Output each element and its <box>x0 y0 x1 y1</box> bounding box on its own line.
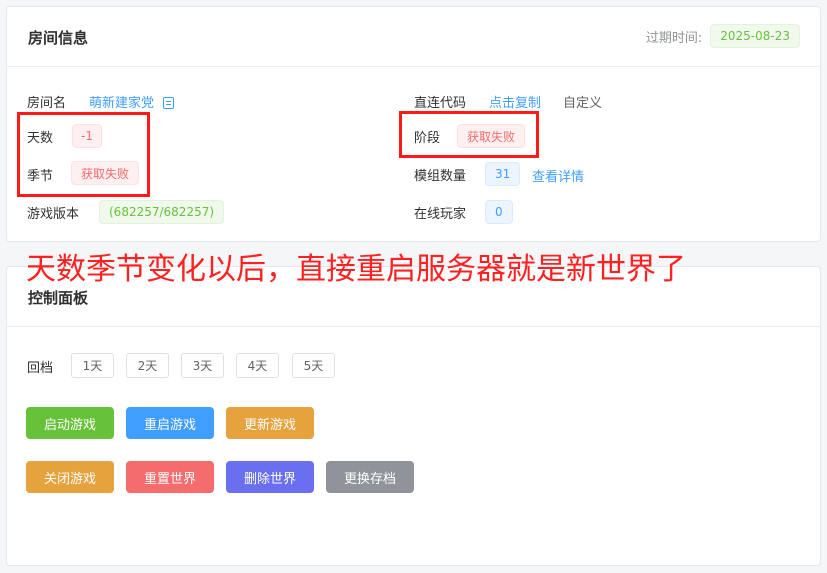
switch-save-button[interactable]: 更换存档 <box>326 461 414 493</box>
mod-count-label: 模组数量 <box>414 169 467 184</box>
room-info-header: 房间信息 过期时间: 2025-08-23 <box>7 7 820 67</box>
room-info-title: 房间信息 <box>28 29 89 47</box>
custom-direct-code-link[interactable]: 自定义 <box>563 92 602 111</box>
stop-game-button[interactable]: 关闭游戏 <box>26 461 114 493</box>
mod-details-link[interactable]: 查看详情 <box>532 166 584 185</box>
direct-code-label: 直连代码 <box>414 96 467 111</box>
highlight-box-days-season <box>17 112 150 197</box>
rollback-label: 回档 <box>27 361 54 376</box>
rollback-5-day-button[interactable]: 5天 <box>292 353 335 378</box>
highlight-box-stage <box>399 111 539 158</box>
game-version-label: 游戏版本 <box>27 207 80 222</box>
expire-date-tag: 2025-08-23 <box>710 24 800 48</box>
update-game-button[interactable]: 更新游戏 <box>226 407 314 439</box>
online-players-tag: 0 <box>485 200 513 224</box>
reset-world-button[interactable]: 重置世界 <box>126 461 214 493</box>
rollback-1-day-button[interactable]: 1天 <box>71 353 114 378</box>
rollback-4-day-button[interactable]: 4天 <box>236 353 279 378</box>
start-game-button[interactable]: 启动游戏 <box>26 407 114 439</box>
room-name-value[interactable]: 萌新建家党 <box>89 92 154 111</box>
expire-label: 过期时间: <box>645 30 703 46</box>
room-name-label: 房间名 <box>27 96 67 111</box>
mod-count-tag: 31 <box>485 162 521 186</box>
game-version-tag: (682257/682257) <box>99 200 225 224</box>
rollback-2-day-button[interactable]: 2天 <box>126 353 169 378</box>
rollback-3-day-button[interactable]: 3天 <box>181 353 224 378</box>
control-panel-title: 控制面板 <box>28 289 89 307</box>
expire-info: 过期时间: 2025-08-23 <box>646 24 800 48</box>
online-players-label: 在线玩家 <box>414 207 467 222</box>
delete-world-button[interactable]: 删除世界 <box>226 461 314 493</box>
copy-icon[interactable] <box>163 97 174 109</box>
annotation-text: 天数季节变化以后，直接重启服务器就是新世界了 <box>26 252 686 287</box>
copy-direct-code-link[interactable]: 点击复制 <box>489 92 541 111</box>
restart-game-button[interactable]: 重启游戏 <box>126 407 214 439</box>
